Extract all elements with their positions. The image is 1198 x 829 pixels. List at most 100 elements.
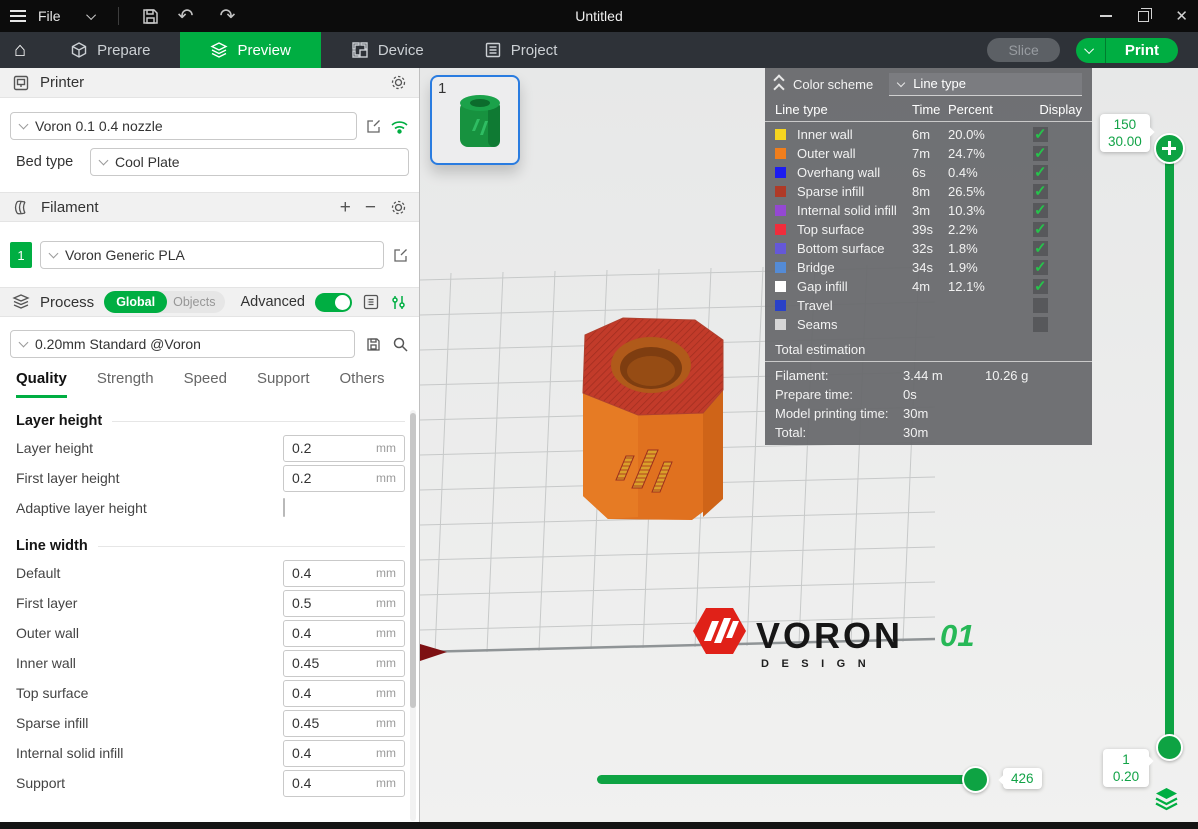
line-width-top-surface-input[interactable]: 0.4mm bbox=[283, 680, 405, 707]
maximize-button[interactable] bbox=[1138, 11, 1149, 22]
save-preset-icon[interactable] bbox=[365, 336, 382, 353]
title-bar: File ↶ ↷ Untitled ✕ bbox=[0, 0, 1198, 32]
display-checkbox[interactable] bbox=[1033, 146, 1048, 161]
filament-preset-select[interactable]: Voron Generic PLA bbox=[40, 241, 384, 269]
filament-edit-icon[interactable] bbox=[392, 247, 409, 264]
step-slider-track[interactable] bbox=[597, 775, 986, 784]
step-slider-handle[interactable] bbox=[962, 766, 989, 793]
printer-preset-select[interactable]: Voron 0.1 0.4 nozzle bbox=[10, 112, 357, 140]
tab-others[interactable]: Others bbox=[340, 370, 385, 398]
line-width-inner-wall-input[interactable]: 0.45mm bbox=[283, 650, 405, 677]
line-width-internal-solid-input[interactable]: 0.4mm bbox=[283, 740, 405, 767]
line-width-default-input[interactable]: 0.4mm bbox=[283, 560, 405, 587]
remove-filament-button[interactable]: − bbox=[365, 198, 376, 217]
setting-row: Inner wall 0.45mm bbox=[16, 648, 405, 678]
step-value: 426 bbox=[1011, 770, 1034, 787]
logo-sub: DESIGN bbox=[761, 658, 878, 670]
tab-preview[interactable]: Preview bbox=[180, 32, 320, 68]
tab-strength[interactable]: Strength bbox=[97, 370, 154, 398]
printer-gear-icon[interactable] bbox=[390, 74, 407, 91]
settings-scrollbar[interactable] bbox=[410, 410, 416, 821]
display-checkbox[interactable] bbox=[1033, 279, 1048, 294]
plate-thumbnail-model bbox=[454, 91, 506, 153]
collapse-panel-icon[interactable] bbox=[775, 76, 783, 93]
layer-slider-top-handle[interactable] bbox=[1154, 133, 1185, 164]
scrollbar-thumb[interactable] bbox=[410, 413, 416, 708]
sliced-model[interactable] bbox=[583, 318, 723, 520]
redo-button[interactable]: ↷ bbox=[219, 7, 235, 26]
printer-edit-icon[interactable] bbox=[365, 118, 382, 135]
process-preset-select[interactable]: 0.20mm Standard @Voron bbox=[10, 330, 355, 358]
scope-objects-option[interactable]: Objects bbox=[167, 295, 225, 309]
print-button-group: Print bbox=[1076, 38, 1178, 63]
setting-value: 0.4 bbox=[292, 775, 376, 791]
line-width-sparse-infill-input[interactable]: 0.45mm bbox=[283, 710, 405, 737]
filament-section-title: Filament bbox=[41, 199, 99, 216]
undo-button[interactable]: ↶ bbox=[178, 7, 194, 26]
line-type-color-chip bbox=[775, 186, 786, 197]
print-button[interactable]: Print bbox=[1106, 38, 1178, 63]
slice-button[interactable]: Slice bbox=[987, 38, 1059, 62]
file-menu[interactable]: File bbox=[38, 8, 61, 24]
process-scope-toggle[interactable]: Global Objects bbox=[104, 291, 225, 313]
chevron-down-icon bbox=[19, 120, 29, 130]
line-type-color-chip bbox=[775, 319, 786, 330]
first-layer-height-input[interactable]: 0.2 mm bbox=[283, 465, 405, 492]
scope-global-option[interactable]: Global bbox=[104, 291, 167, 313]
display-checkbox[interactable] bbox=[1033, 241, 1048, 256]
display-checkbox[interactable] bbox=[1033, 317, 1048, 332]
parameter-list-icon[interactable] bbox=[362, 293, 380, 311]
tab-project[interactable]: Project bbox=[454, 32, 588, 68]
add-filament-button[interactable]: + bbox=[340, 198, 351, 217]
save-button[interactable] bbox=[141, 7, 160, 26]
tab-support[interactable]: Support bbox=[257, 370, 310, 398]
setting-unit: mm bbox=[376, 656, 396, 670]
display-checkbox[interactable] bbox=[1033, 184, 1048, 199]
display-checkbox[interactable] bbox=[1033, 222, 1048, 237]
display-checkbox[interactable] bbox=[1033, 298, 1048, 313]
legend-row: Internal solid infill3m10.3% bbox=[765, 201, 1092, 220]
display-checkbox[interactable] bbox=[1033, 260, 1048, 275]
preview-viewport[interactable]: VORON DESIGN 01 bbox=[420, 68, 1198, 829]
display-checkbox[interactable] bbox=[1033, 127, 1048, 142]
color-scheme-select[interactable]: Line type bbox=[889, 73, 1082, 96]
layers-stack-icon[interactable] bbox=[1153, 786, 1180, 816]
layer-height-input[interactable]: 0.2 mm bbox=[283, 435, 405, 462]
line-width-first-layer-input[interactable]: 0.5mm bbox=[283, 590, 405, 617]
setting-label: Sparse infill bbox=[16, 715, 283, 731]
home-icon[interactable]: ⌂ bbox=[0, 32, 40, 68]
display-checkbox[interactable] bbox=[1033, 165, 1048, 180]
plate-thumbnail[interactable]: 1 bbox=[430, 75, 520, 165]
setting-value: 0.4 bbox=[292, 565, 376, 581]
file-menu-chevron-icon[interactable] bbox=[86, 10, 96, 20]
bed-type-select[interactable]: Cool Plate bbox=[90, 148, 409, 176]
tab-speed[interactable]: Speed bbox=[184, 370, 227, 398]
divider bbox=[118, 7, 119, 25]
tab-device[interactable]: Device bbox=[321, 32, 454, 68]
tab-prepare[interactable]: Prepare bbox=[40, 32, 180, 68]
advanced-toggle[interactable] bbox=[315, 293, 352, 312]
close-button[interactable]: ✕ bbox=[1175, 9, 1188, 24]
minimize-button[interactable] bbox=[1100, 15, 1112, 17]
filament-slot-badge[interactable]: 1 bbox=[10, 242, 32, 268]
filament-gear-icon[interactable] bbox=[390, 199, 407, 216]
search-icon[interactable] bbox=[392, 336, 409, 353]
print-options-chevron-icon[interactable] bbox=[1076, 38, 1106, 63]
legend-row: Overhang wall6s0.4% bbox=[765, 163, 1092, 182]
setting-row: Adaptive layer height bbox=[16, 493, 405, 523]
adaptive-layer-height-checkbox[interactable] bbox=[283, 498, 285, 517]
line-width-outer-wall-input[interactable]: 0.4mm bbox=[283, 620, 405, 647]
display-checkbox[interactable] bbox=[1033, 203, 1048, 218]
chevron-down-icon bbox=[49, 249, 59, 259]
layer-slider-track[interactable] bbox=[1165, 150, 1174, 747]
chevron-down-icon bbox=[99, 156, 109, 166]
wifi-icon[interactable] bbox=[390, 119, 409, 134]
setting-row: Top surface 0.4mm bbox=[16, 678, 405, 708]
compare-tune-icon[interactable] bbox=[390, 294, 407, 311]
line-width-support-input[interactable]: 0.4mm bbox=[283, 770, 405, 797]
layer-slider-bottom-handle[interactable] bbox=[1156, 734, 1183, 761]
hamburger-icon[interactable] bbox=[10, 10, 26, 22]
printer-section-header: Printer bbox=[0, 68, 419, 98]
setting-unit: mm bbox=[376, 626, 396, 640]
tab-quality[interactable]: Quality bbox=[16, 370, 67, 398]
